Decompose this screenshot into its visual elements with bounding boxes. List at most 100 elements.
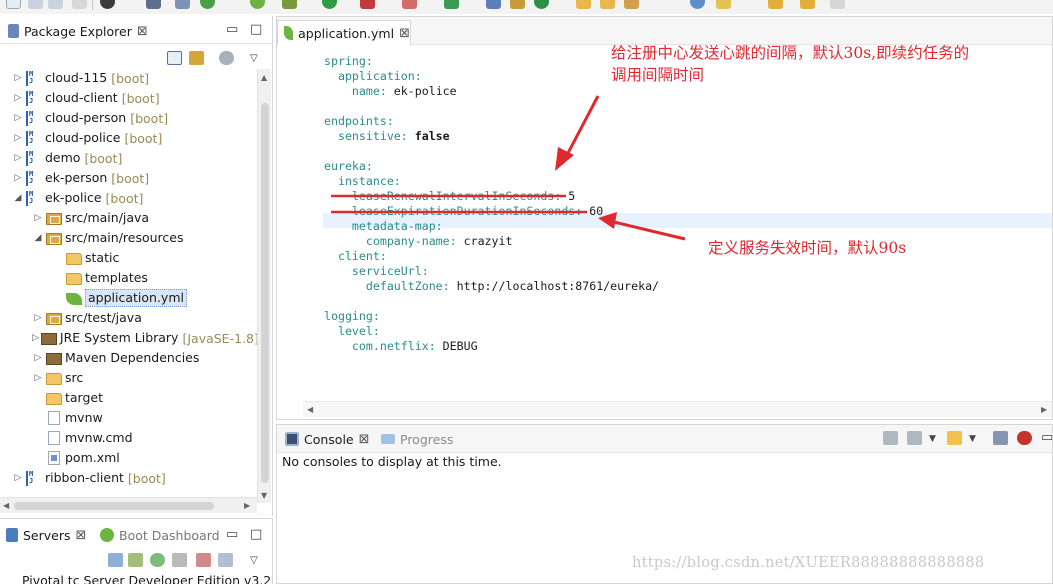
- tab-package-explorer[interactable]: Package Explorer ⊠: [8, 21, 148, 41]
- expand-arrow-icon[interactable]: ▷: [32, 333, 39, 343]
- clipboard-icon[interactable]: [993, 431, 1008, 445]
- tab-progress[interactable]: Progress: [381, 429, 453, 449]
- next-edit-icon[interactable]: [830, 0, 845, 9]
- view-menu-icon[interactable]: ▽: [250, 554, 258, 568]
- code-area[interactable]: spring: application: name: ek-police endp…: [277, 45, 1052, 405]
- expand-arrow-icon[interactable]: ▷: [12, 173, 24, 183]
- scroll-right-icon[interactable]: ▶: [1041, 405, 1047, 414]
- tab-application-yml[interactable]: application.yml ⊠: [277, 20, 411, 45]
- dropdown-icon[interactable]: ▼: [969, 432, 976, 446]
- scroll-left-icon[interactable]: ◀: [3, 501, 9, 510]
- tree-item[interactable]: ▷ src: [0, 368, 257, 388]
- anchor-icon[interactable]: [1017, 431, 1032, 445]
- annotation-icon[interactable]: [716, 0, 731, 9]
- save-icon[interactable]: [28, 0, 43, 9]
- globe-icon[interactable]: [690, 0, 705, 9]
- pen-icon[interactable]: [624, 0, 639, 9]
- focus-icon[interactable]: [219, 51, 234, 65]
- tree-item[interactable]: mvnw.cmd: [0, 428, 257, 448]
- scroll-left-icon[interactable]: ◀: [307, 405, 313, 414]
- tree-item[interactable]: static: [0, 248, 257, 268]
- stop-server-icon[interactable]: [196, 553, 211, 567]
- scrollbar-thumb[interactable]: [261, 103, 269, 483]
- tree-item[interactable]: ▷ M Jdemo [boot]: [0, 148, 257, 168]
- expand-arrow-icon[interactable]: ▷: [12, 73, 24, 83]
- tree-item[interactable]: ◢ src/main/resources: [0, 228, 257, 248]
- expand-arrow-icon[interactable]: ▷: [32, 313, 44, 323]
- scrollbar-thumb[interactable]: [14, 502, 214, 510]
- tab-boot-dashboard[interactable]: Boot Dashboard: [100, 525, 220, 545]
- new-package-icon[interactable]: [486, 0, 501, 9]
- search-icon[interactable]: [175, 0, 190, 9]
- tree-item[interactable]: ▷ M Jcloud-client [boot]: [0, 88, 257, 108]
- tree-item[interactable]: ▷ src/main/java: [0, 208, 257, 228]
- editor-horizontal-scrollbar[interactable]: ◀ ▶: [303, 401, 1052, 417]
- pin-console-icon[interactable]: [883, 431, 898, 445]
- tree-item[interactable]: ▷ M Jcloud-person [boot]: [0, 108, 257, 128]
- tree-vertical-scrollbar[interactable]: ▲ ▼: [257, 69, 271, 503]
- tree-item[interactable]: ▷ Maven Dependencies: [0, 348, 257, 368]
- terminal-icon[interactable]: [146, 0, 161, 9]
- debug-icon[interactable]: [282, 0, 297, 9]
- server-list-item[interactable]: Pivotal tc Server Developer Edition v3.2: [22, 573, 271, 584]
- tree-item[interactable]: ▷ JRE System Library [JavaSE-1.8]: [0, 328, 257, 348]
- expand-arrow-icon[interactable]: ▷: [12, 473, 24, 483]
- spring-boot-icon[interactable]: [200, 0, 215, 9]
- tab-console[interactable]: Console ⊠: [285, 429, 370, 449]
- new-file-icon[interactable]: [6, 0, 21, 9]
- refresh-icon[interactable]: [534, 0, 549, 9]
- close-icon[interactable]: ⊠: [76, 528, 87, 543]
- scroll-right-icon[interactable]: ▶: [244, 501, 250, 510]
- new-server-icon[interactable]: [108, 553, 123, 567]
- view-menu-icon[interactable]: ▽: [250, 52, 258, 66]
- open-type-icon[interactable]: [600, 0, 615, 9]
- tree-item[interactable]: ▷ src/test/java: [0, 308, 257, 328]
- collapse-arrow-icon[interactable]: ◢: [32, 233, 44, 243]
- tree-item[interactable]: ▷ M Jcloud-115 [boot]: [0, 69, 257, 88]
- expand-arrow-icon[interactable]: ▷: [32, 373, 44, 383]
- profile-server-icon[interactable]: [172, 553, 187, 567]
- collapse-all-icon[interactable]: [167, 51, 182, 65]
- minimize-icon[interactable]: ▭: [226, 528, 238, 542]
- close-icon[interactable]: ⊠: [359, 432, 370, 447]
- run-external-icon[interactable]: [360, 0, 375, 9]
- back-icon[interactable]: [768, 0, 783, 9]
- stop-icon[interactable]: [402, 0, 417, 9]
- forward-icon[interactable]: [800, 0, 815, 9]
- tree-item[interactable]: mvnw: [0, 408, 257, 428]
- close-icon[interactable]: ⊠: [399, 26, 410, 41]
- spring-leaf-icon[interactable]: [250, 0, 265, 9]
- tree-item[interactable]: application.yml: [0, 288, 257, 308]
- tree-horizontal-scrollbar[interactable]: ◀ ▶: [0, 497, 257, 513]
- new-class-icon[interactable]: [510, 0, 525, 9]
- save-all-icon[interactable]: [48, 0, 63, 9]
- start-server-icon[interactable]: [150, 553, 165, 567]
- expand-arrow-icon[interactable]: ▷: [12, 133, 24, 143]
- run-icon[interactable]: [322, 0, 337, 9]
- display-console-icon[interactable]: [907, 431, 922, 445]
- expand-arrow-icon[interactable]: ▷: [12, 153, 24, 163]
- maximize-icon[interactable]: □: [250, 23, 262, 37]
- link-with-editor-icon[interactable]: [189, 51, 204, 65]
- dropdown-icon[interactable]: ▼: [929, 432, 936, 446]
- minimize-icon[interactable]: ▭: [1041, 431, 1052, 445]
- tree-item[interactable]: pom.xml: [0, 448, 257, 468]
- publish-icon[interactable]: [218, 553, 233, 567]
- expand-arrow-icon[interactable]: ▷: [12, 113, 24, 123]
- open-folder-icon[interactable]: [576, 0, 591, 9]
- close-icon[interactable]: ⊠: [137, 24, 148, 39]
- tree-item[interactable]: ▷ M Jribbon-client [boot]: [0, 468, 257, 488]
- expand-arrow-icon[interactable]: ▷: [32, 353, 44, 363]
- debug-server-icon[interactable]: [128, 553, 143, 567]
- scroll-down-icon[interactable]: ▼: [261, 491, 267, 500]
- collapse-arrow-icon[interactable]: ◢: [12, 193, 24, 203]
- maximize-icon[interactable]: □: [250, 528, 262, 542]
- tab-servers[interactable]: Servers ⊠: [6, 525, 86, 545]
- open-console-icon[interactable]: [947, 431, 962, 445]
- scroll-up-icon[interactable]: ▲: [261, 73, 267, 82]
- expand-arrow-icon[interactable]: ▷: [32, 213, 44, 223]
- tree-item[interactable]: target: [0, 388, 257, 408]
- skip-breakpoints-icon[interactable]: [100, 0, 115, 9]
- tree-item[interactable]: ◢ M Jek-police [boot]: [0, 188, 257, 208]
- minimize-icon[interactable]: ▭: [226, 23, 238, 37]
